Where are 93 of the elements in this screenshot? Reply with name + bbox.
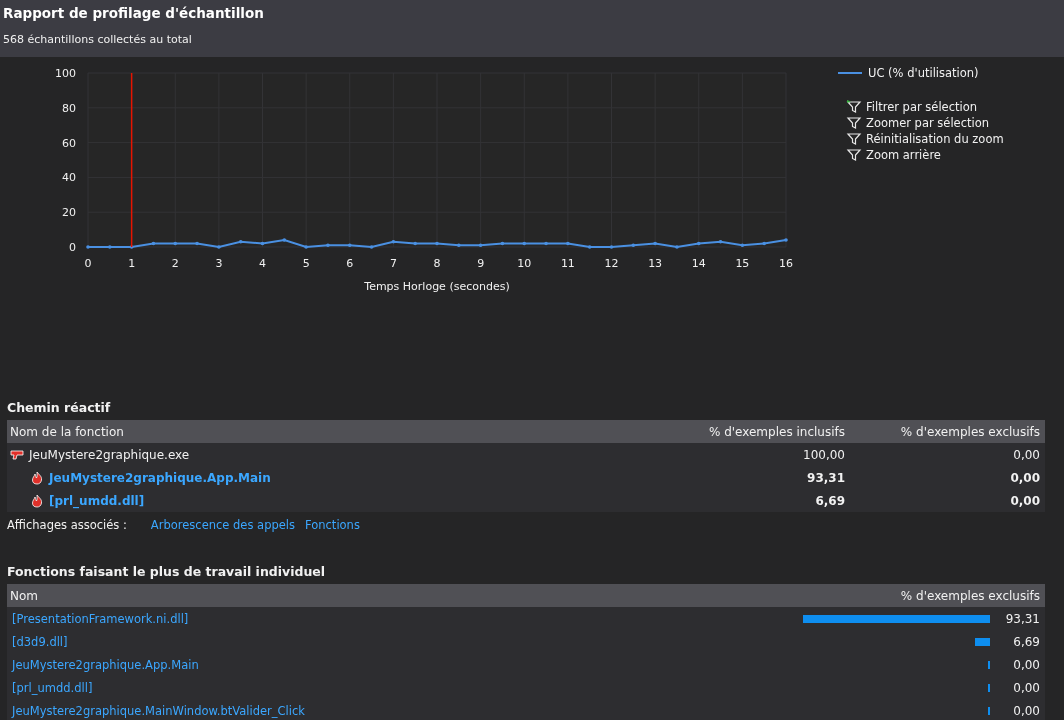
x-tick-label: 11 <box>560 257 575 270</box>
data-point <box>173 241 178 246</box>
function-name[interactable]: JeuMystere2graphique.MainWindow.btValider_Click <box>12 703 305 718</box>
funnel-icon <box>846 116 862 130</box>
y-tick-label: 40 <box>62 171 76 185</box>
data-point <box>108 245 112 249</box>
exclusive-value: 93,31 <box>1004 611 1040 626</box>
x-tick-label: 12 <box>604 257 619 270</box>
x-tick-label: 16 <box>779 257 793 270</box>
data-point <box>86 245 90 249</box>
function-name[interactable]: [d3d9.dll] <box>12 634 68 649</box>
data-point <box>587 245 592 249</box>
data-point <box>675 245 679 249</box>
inclusive-value: 93,31 <box>806 470 845 485</box>
data-point <box>282 238 287 242</box>
report-title: Rapport de profilage d'échantillon <box>3 5 264 21</box>
x-axis-title: Temps Horloge (secondes) <box>364 280 510 293</box>
y-tick-label: 20 <box>62 206 76 220</box>
section-title: Fonctions faisant le plus de travail individuel <box>7 564 326 579</box>
function-name[interactable]: JeuMystere2graphique.exe <box>29 447 190 462</box>
data-point <box>522 241 527 246</box>
data-point <box>718 240 723 244</box>
inclusive-value: 100,00 <box>802 447 845 462</box>
column-header[interactable]: % d'exemples exclusifs <box>845 424 1040 439</box>
y-tick-label: 0 <box>69 241 76 254</box>
flame-icon <box>30 493 44 508</box>
x-tick-label: 7 <box>389 257 397 270</box>
x-tick-label: 1 <box>128 257 136 270</box>
x-tick-label: 15 <box>735 257 750 270</box>
x-tick-label: 9 <box>477 257 485 270</box>
data-point <box>631 243 636 248</box>
function-name[interactable]: [PresentationFramework.ni.dll] <box>12 611 189 626</box>
data-point <box>784 238 788 242</box>
x-tick-label: 5 <box>302 257 310 270</box>
exclusive-value: 0,00 <box>1009 493 1040 508</box>
x-tick-label: 10 <box>517 257 532 270</box>
flagged-funnel-icon <box>846 100 862 114</box>
exclusive-value: 0,00 <box>1012 680 1040 695</box>
x-tick-label: 2 <box>171 257 179 270</box>
x-tick-label: 8 <box>433 257 441 270</box>
y-tick-label: 60 <box>62 136 76 150</box>
data-point <box>478 243 483 248</box>
legend-label: UC (% d'utilisation) <box>868 66 979 80</box>
funnel-icon <box>846 132 862 146</box>
data-point <box>217 245 221 249</box>
exclusive-value: 0,00 <box>1012 447 1040 462</box>
data-point <box>326 243 330 248</box>
function-name[interactable]: [prl_umdd.dll] <box>12 680 93 695</box>
exclusive-value: 6,69 <box>1012 634 1040 649</box>
related-view-link[interactable]: Arborescence des appels <box>150 518 295 532</box>
y-tick-label: 100 <box>55 67 76 80</box>
data-point <box>696 241 701 246</box>
data-point <box>260 241 265 246</box>
data-point <box>740 243 745 248</box>
exclusive-value: 0,00 <box>1012 703 1040 718</box>
exclusive-value: 0,00 <box>1012 657 1040 672</box>
data-point <box>457 243 461 248</box>
sample-count: 568 échantillons collectés au total <box>3 33 192 46</box>
x-tick-label: 14 <box>691 257 706 270</box>
data-point <box>151 241 156 246</box>
function-name[interactable]: JeuMystere2graphique.App.Main <box>12 657 199 672</box>
data-point <box>347 243 352 248</box>
x-tick-label: 13 <box>648 257 663 270</box>
x-tick-label: 0 <box>84 257 92 270</box>
filter-action[interactable]: Réinitialisation du zoom <box>838 132 1004 146</box>
function-name[interactable]: JeuMystere2graphique.App.Main <box>49 470 271 485</box>
pistol-icon <box>10 447 24 462</box>
filter-action[interactable]: Filtrer par sélection <box>838 100 1004 114</box>
y-tick-label: 80 <box>62 101 76 115</box>
data-point <box>238 240 243 244</box>
related-views-label: Affichages associés : <box>7 518 127 532</box>
data-point <box>500 241 505 246</box>
column-header[interactable]: % d'exemples exclusifs <box>900 588 1040 603</box>
column-header[interactable]: % d'exemples inclusifs <box>645 424 845 439</box>
flame-icon <box>30 470 44 485</box>
filter-action[interactable]: Zoomer par sélection <box>838 116 1004 130</box>
legend-line-icon <box>838 71 862 75</box>
column-header[interactable]: Nom de la fonction <box>10 424 645 439</box>
section-title: Chemin réactif <box>7 400 111 415</box>
data-point <box>369 245 374 249</box>
x-tick-label: 4 <box>259 257 266 270</box>
function-name[interactable]: [prl_umdd.dll] <box>49 493 145 508</box>
column-header[interactable]: Nom <box>10 588 901 603</box>
x-tick-label: 3 <box>215 257 223 270</box>
related-view-link[interactable]: Fonctions <box>305 518 360 532</box>
data-point <box>609 245 614 249</box>
exclusive-value: 0,00 <box>1009 470 1040 485</box>
filter-action[interactable]: Zoom arrière <box>838 148 1004 162</box>
inclusive-value: 6,69 <box>814 493 845 508</box>
funnel-icon <box>846 148 862 162</box>
x-tick-label: 6 <box>346 257 354 270</box>
data-point <box>304 245 308 249</box>
data-point <box>391 240 396 244</box>
